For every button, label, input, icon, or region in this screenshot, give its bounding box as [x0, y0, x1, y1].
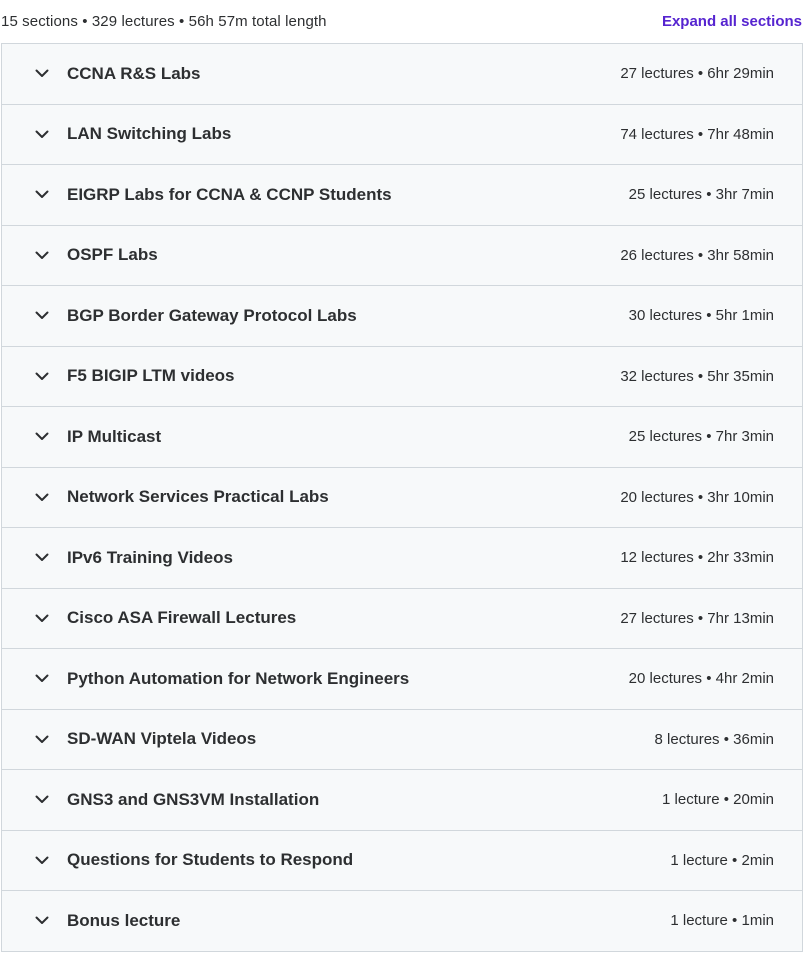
section-title: IPv6 Training Videos	[67, 547, 233, 567]
section-header[interactable]: F5 BIGIP LTM videos 32 lectures • 5hr 35m…	[2, 346, 802, 407]
chevron-down-icon[interactable]	[32, 790, 52, 810]
section-list: CCNA R&S Labs 27 lectures • 6hr 29min LAN …	[1, 43, 803, 952]
section-header[interactable]: Python Automation for Network Engineers 2…	[2, 649, 802, 710]
section-title: IP Multicast	[67, 426, 162, 446]
section-content-summary: 8 lectures • 36min	[654, 730, 774, 748]
section-title: Questions for Students to Respond	[67, 850, 354, 870]
section-content-summary: 26 lectures • 3hr 58min	[620, 246, 774, 264]
chevron-down-icon[interactable]	[32, 245, 52, 265]
chevron-down-icon[interactable]	[32, 185, 52, 205]
section-content-summary: 12 lectures • 2hr 33min	[620, 549, 774, 567]
expand-all-sections-button[interactable]: Expand all sections	[662, 13, 802, 30]
section-header[interactable]: GNS3 and GNS3VM Installation 1 lecture • …	[2, 770, 802, 831]
section-header[interactable]: Network Services Practical Labs 20 lectur…	[2, 467, 802, 528]
section-header[interactable]: Bonus lecture 1 lecture • 1min	[2, 891, 802, 952]
chevron-down-icon[interactable]	[32, 64, 52, 84]
section-header[interactable]: BGP Border Gateway Protocol Labs 30 lectu…	[2, 286, 802, 347]
section-title: SD-WAN Viptela Videos	[67, 729, 257, 749]
section-content-summary: 27 lectures • 6hr 29min	[620, 65, 774, 83]
section-title: LAN Switching Labs	[67, 124, 232, 144]
chevron-down-icon[interactable]	[32, 729, 52, 749]
section-header[interactable]: LAN Switching Labs 74 lectures • 7hr 48mi…	[2, 104, 802, 165]
section-header[interactable]: SD-WAN Viptela Videos 8 lectures • 36min	[2, 709, 802, 770]
section-title: OSPF Labs	[67, 245, 158, 265]
chevron-down-icon[interactable]	[32, 911, 52, 931]
section-content-summary: 25 lectures • 7hr 3min	[628, 428, 774, 446]
section-content-summary: 1 lecture • 2min	[670, 851, 774, 869]
section-title: BGP Border Gateway Protocol Labs	[67, 305, 357, 325]
section-title: F5 BIGIP LTM videos	[67, 366, 235, 386]
section-title: Bonus lecture	[67, 910, 181, 930]
chevron-down-icon[interactable]	[32, 850, 52, 870]
section-title: CCNA R&S Labs	[67, 63, 201, 83]
section-content-summary: 32 lectures • 5hr 35min	[620, 367, 774, 385]
section-header[interactable]: IPv6 Training Videos 12 lectures • 2hr 33…	[2, 528, 802, 589]
section-title: EIGRP Labs for CCNA & CCNP Students	[67, 184, 392, 204]
section-content-summary: 20 lectures • 3hr 10min	[620, 488, 774, 506]
section-content-summary: 1 lecture • 1min	[670, 912, 774, 930]
chevron-down-icon[interactable]	[32, 608, 52, 628]
section-header[interactable]: OSPF Labs 26 lectures • 3hr 58min	[2, 225, 802, 286]
chevron-down-icon[interactable]	[32, 366, 52, 386]
section-header[interactable]: Cisco ASA Firewall Lectures 27 lectures •…	[2, 588, 802, 649]
section-title: GNS3 and GNS3VM Installation	[67, 789, 320, 809]
course-curriculum: 15 sections • 329 lectures • 56h 57m tot…	[0, 0, 806, 954]
chevron-down-icon[interactable]	[32, 124, 52, 144]
curriculum-summary: 15 sections • 329 lectures • 56h 57m tot…	[1, 13, 327, 30]
chevron-down-icon[interactable]	[32, 487, 52, 507]
chevron-down-icon[interactable]	[32, 427, 52, 447]
section-header[interactable]: CCNA R&S Labs 27 lectures • 6hr 29min	[2, 44, 802, 105]
section-title: Network Services Practical Labs	[67, 487, 329, 507]
section-header[interactable]: IP Multicast 25 lectures • 7hr 3min	[2, 407, 802, 468]
section-header[interactable]: Questions for Students to Respond 1 lectu…	[2, 830, 802, 891]
section-header[interactable]: EIGRP Labs for CCNA & CCNP Students 25 le…	[2, 165, 802, 226]
section-content-summary: 30 lectures • 5hr 1min	[628, 307, 774, 325]
chevron-down-icon[interactable]	[32, 669, 52, 689]
section-title: Cisco ASA Firewall Lectures	[67, 608, 297, 628]
chevron-down-icon[interactable]	[32, 548, 52, 568]
chevron-down-icon[interactable]	[32, 306, 52, 326]
section-title: Python Automation for Network Engineers	[67, 668, 410, 688]
section-content-summary: 1 lecture • 20min	[662, 791, 774, 809]
section-content-summary: 20 lectures • 4hr 2min	[628, 670, 774, 688]
section-content-summary: 27 lectures • 7hr 13min	[620, 609, 774, 627]
section-content-summary: 74 lectures • 7hr 48min	[620, 125, 774, 143]
section-content-summary: 25 lectures • 3hr 7min	[628, 186, 774, 204]
curriculum-summary-bar: 15 sections • 329 lectures • 56h 57m tot…	[0, 0, 806, 43]
